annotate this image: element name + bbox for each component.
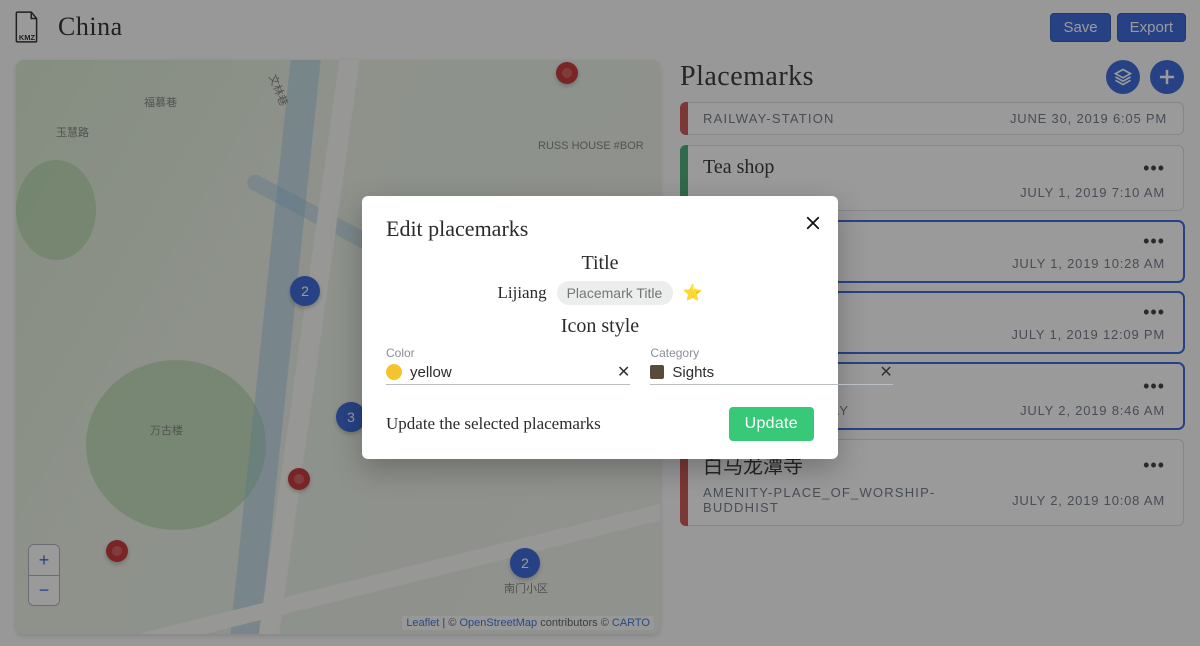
clear-color-button[interactable]: ✕ [617,362,630,382]
close-icon [804,214,822,232]
update-button[interactable]: Update [729,407,814,441]
modal-hint: Update the selected placemarks [386,414,601,434]
edit-placemarks-modal: Edit placemarks Title Lijiang ⭐ Icon sty… [362,196,838,459]
category-input[interactable] [672,364,871,381]
title-section-label: Title [386,252,814,275]
category-field-label: Category [650,346,892,360]
color-swatch-icon [386,364,402,380]
iconstyle-section-label: Icon style [386,315,814,338]
clear-category-button[interactable]: ✕ [879,362,892,382]
category-icon [650,365,664,379]
title-prefix: Lijiang [497,283,546,303]
modal-heading: Edit placemarks [386,216,814,242]
color-input[interactable] [410,364,609,381]
placemark-title-input[interactable] [557,281,673,305]
star-icon[interactable]: ⭐ [683,283,703,303]
color-field-label: Color [386,346,630,360]
close-button[interactable] [804,214,822,237]
